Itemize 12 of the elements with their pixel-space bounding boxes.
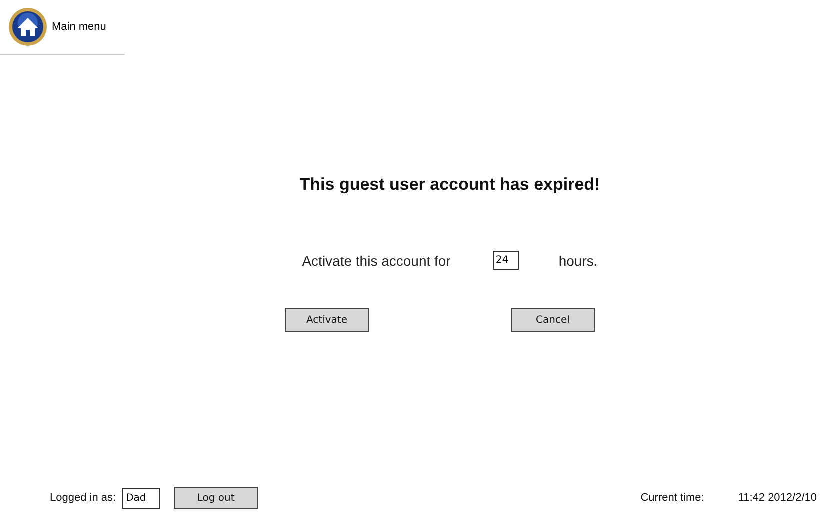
current-time: 11:42 2012/2/10	[738, 492, 817, 504]
hours-label: hours.	[558, 252, 598, 268]
activate-label: Activate this account for	[302, 252, 451, 268]
expired-heading: This guest user account has expired!	[300, 175, 600, 195]
current-time-label: Current time:	[640, 492, 704, 504]
cancel-button[interactable]: Cancel	[511, 308, 595, 332]
user-field[interactable]: Dad	[122, 488, 160, 508]
activate-button[interactable]: Activate	[285, 308, 369, 332]
hours-field[interactable]: 24	[492, 251, 519, 270]
logout-button[interactable]: Log out	[174, 487, 258, 509]
logged-in-label: Logged in as:	[50, 492, 116, 504]
home-icon	[8, 6, 48, 46]
